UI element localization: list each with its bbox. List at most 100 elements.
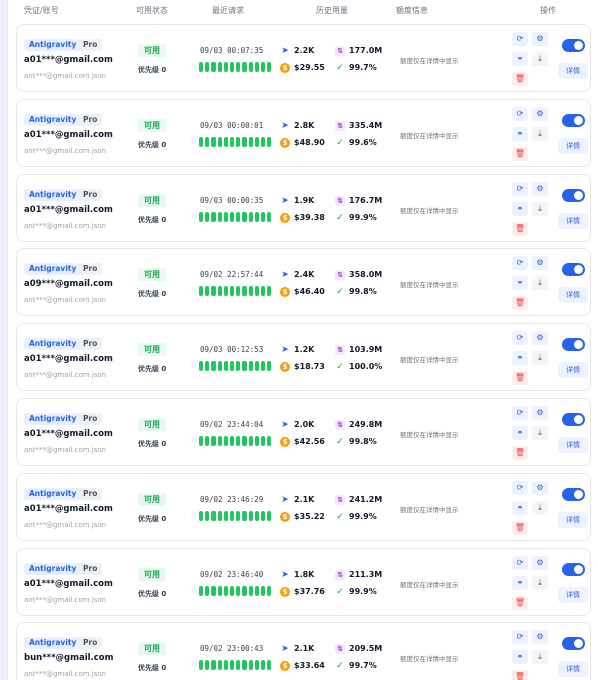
refresh-button[interactable]: ⟳ xyxy=(512,555,528,570)
request-health-bar xyxy=(199,585,274,596)
enable-toggle[interactable] xyxy=(562,263,585,277)
enable-toggle[interactable] xyxy=(562,338,585,352)
health-segment xyxy=(211,62,216,72)
download-button[interactable]: ⤓ xyxy=(532,126,548,141)
health-segment xyxy=(236,585,241,596)
token-count: 211.3M xyxy=(349,569,383,579)
refresh-button[interactable]: ⟳ xyxy=(512,32,528,46)
check-icon: ✓ xyxy=(336,287,344,298)
delete-button[interactable]: 🗑 xyxy=(512,221,528,236)
request-health-bar xyxy=(199,286,274,297)
refresh-button[interactable]: ⟳ xyxy=(512,480,528,495)
delete-button[interactable]: 🗑 xyxy=(512,520,528,535)
download-button[interactable]: ⤓ xyxy=(532,500,548,515)
link-button[interactable]: ⚭ xyxy=(512,201,528,216)
dollar-icon: $ xyxy=(280,137,290,148)
delete-button[interactable]: 🗑 xyxy=(512,371,528,386)
delete-button[interactable]: 🗑 xyxy=(512,670,528,680)
link-button[interactable]: ⚭ xyxy=(512,650,528,665)
enable-toggle[interactable] xyxy=(562,487,585,501)
health-segment xyxy=(211,585,216,596)
success-rate: 100.0% xyxy=(349,362,383,372)
download-button[interactable]: ⤓ xyxy=(532,351,548,366)
download-button[interactable]: ⤓ xyxy=(532,650,548,665)
link-button[interactable]: ⚭ xyxy=(512,575,528,590)
trash-icon: 🗑 xyxy=(514,672,526,680)
link-button[interactable]: ⚭ xyxy=(512,351,528,366)
refresh-button[interactable]: ⟳ xyxy=(512,181,528,196)
refresh-button[interactable]: ⟳ xyxy=(512,405,528,420)
settings-button[interactable]: ⚙ xyxy=(532,181,548,196)
download-button[interactable]: ⤓ xyxy=(532,575,548,590)
send-icon: ➤ xyxy=(281,644,289,655)
settings-button[interactable]: ⚙ xyxy=(532,405,548,420)
link-button[interactable]: ⚭ xyxy=(512,126,528,141)
settings-button[interactable]: ⚙ xyxy=(532,331,548,346)
delete-button[interactable]: 🗑 xyxy=(512,146,528,161)
credential-file: ant***@gmail.com.json xyxy=(24,595,107,604)
link-button[interactable]: ⚭ xyxy=(512,500,528,515)
tier-badge: Pro xyxy=(78,637,103,650)
cost-value: $35.22 xyxy=(294,511,325,521)
health-segment xyxy=(205,136,210,147)
settings-button[interactable]: ⚙ xyxy=(532,32,548,46)
health-segment xyxy=(267,211,272,222)
refresh-button[interactable]: ⟳ xyxy=(512,630,528,645)
download-icon: ⤓ xyxy=(538,652,542,662)
details-button[interactable]: 详情 xyxy=(558,137,588,154)
details-button[interactable]: 详情 xyxy=(558,586,588,603)
health-segment xyxy=(230,361,235,372)
settings-button[interactable]: ⚙ xyxy=(532,630,548,645)
settings-button[interactable]: ⚙ xyxy=(532,480,548,495)
link-button[interactable]: ⚭ xyxy=(512,276,528,291)
download-button[interactable]: ⤓ xyxy=(532,201,548,216)
enable-toggle[interactable] xyxy=(562,412,585,426)
delete-button[interactable]: 🗑 xyxy=(512,72,528,86)
download-button[interactable]: ⤓ xyxy=(532,425,548,440)
health-segment xyxy=(254,585,260,596)
settings-button[interactable]: ⚙ xyxy=(532,555,548,570)
account-email: a01***@gmail.com xyxy=(24,55,113,65)
enable-toggle[interactable] xyxy=(562,188,585,202)
quota-note: 额度仅在详情中显示 xyxy=(400,57,459,65)
details-button[interactable]: 详情 xyxy=(558,362,588,379)
enable-toggle[interactable] xyxy=(562,39,585,52)
send-icon: ➤ xyxy=(281,195,289,206)
settings-button[interactable]: ⚙ xyxy=(532,256,548,271)
priority-label: 优先级 0 xyxy=(138,140,167,149)
settings-button[interactable]: ⚙ xyxy=(532,106,548,121)
left-sidebar-rail xyxy=(0,0,8,680)
gear-icon: ⚙ xyxy=(536,258,544,268)
health-segment xyxy=(261,136,266,147)
brand-badge: Antigravity xyxy=(24,338,82,351)
details-button[interactable]: 详情 xyxy=(558,436,588,453)
header-usage: 历史用量 xyxy=(316,6,348,15)
health-segment xyxy=(248,62,253,72)
send-icon: ➤ xyxy=(281,569,289,580)
link-button[interactable]: ⚭ xyxy=(512,425,528,440)
enable-toggle[interactable] xyxy=(562,637,585,651)
delete-button[interactable]: 🗑 xyxy=(512,445,528,460)
download-button[interactable]: ⤓ xyxy=(532,276,548,291)
health-segment xyxy=(261,361,266,372)
delete-button[interactable]: 🗑 xyxy=(512,296,528,311)
delete-button[interactable]: 🗑 xyxy=(512,595,528,610)
health-segment xyxy=(242,136,247,147)
details-button[interactable]: 详情 xyxy=(558,287,588,304)
details-button[interactable]: 详情 xyxy=(558,511,588,528)
refresh-button[interactable]: ⟳ xyxy=(512,331,528,346)
enable-toggle[interactable] xyxy=(562,562,585,576)
credential-file: ant***@gmail.com.json xyxy=(24,146,107,155)
details-button[interactable]: 详情 xyxy=(558,212,588,229)
details-button[interactable]: 详情 xyxy=(558,63,588,79)
download-button[interactable]: ⤓ xyxy=(532,52,548,66)
tokens-icon: ⇅ xyxy=(335,419,345,430)
enable-toggle[interactable] xyxy=(562,113,585,127)
refresh-button[interactable]: ⟳ xyxy=(512,256,528,271)
link-button[interactable]: ⚭ xyxy=(512,52,528,66)
gear-icon: ⚙ xyxy=(536,34,544,43)
details-button[interactable]: 详情 xyxy=(558,661,588,678)
health-segment xyxy=(217,585,222,596)
refresh-button[interactable]: ⟳ xyxy=(512,106,528,121)
gear-icon: ⚙ xyxy=(536,333,544,343)
